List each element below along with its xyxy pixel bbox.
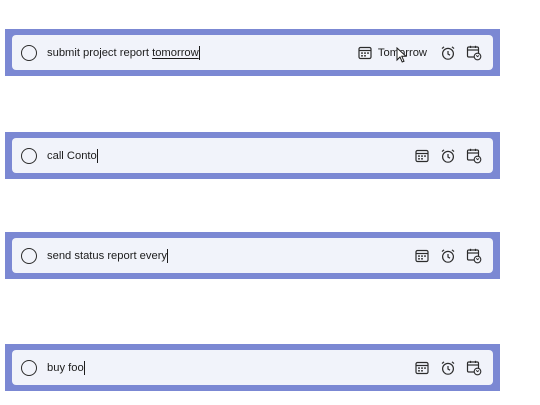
add-task-bar: call Conto (5, 132, 500, 179)
task-actions: Tomorrow (356, 44, 483, 62)
task-actions (405, 247, 483, 265)
add-task-bar: submit project report tomorrow Tomorrow (5, 29, 500, 76)
task-actions (405, 147, 483, 165)
reminder-icon[interactable] (439, 359, 457, 377)
complete-circle-icon[interactable] (21, 44, 37, 61)
task-input[interactable]: buy foo (47, 360, 405, 375)
text-caret (83, 360, 85, 375)
text-caret (167, 248, 169, 263)
add-task-bar: send status report every (5, 232, 500, 279)
task-text: send status report every (47, 249, 168, 262)
task-input[interactable]: call Conto (47, 148, 405, 163)
task-input-row[interactable]: send status report every (12, 238, 493, 273)
recognized-date-text: tomorrow (152, 46, 199, 59)
task-entry-stage: submit project report tomorrow Tomorrow (0, 0, 540, 405)
repeat-icon[interactable] (465, 147, 483, 165)
reminder-icon[interactable] (439, 44, 457, 62)
text-caret (198, 45, 200, 60)
text-caret (96, 148, 98, 163)
task-input-row[interactable]: buy foo (12, 350, 493, 385)
task-text: submit project report (47, 46, 153, 59)
calendar-icon[interactable] (356, 44, 374, 62)
repeat-icon[interactable] (465, 44, 483, 62)
complete-circle-icon[interactable] (21, 147, 37, 164)
complete-circle-icon[interactable] (21, 247, 37, 264)
task-text: call Conto (47, 149, 97, 162)
task-input[interactable]: send status report every (47, 248, 405, 263)
repeat-icon[interactable] (465, 359, 483, 377)
task-input-row[interactable]: call Conto (12, 138, 493, 173)
task-text: buy foo (47, 361, 84, 374)
task-actions (405, 359, 483, 377)
calendar-icon[interactable] (413, 247, 431, 265)
add-task-bar: buy foo (5, 344, 500, 391)
complete-circle-icon[interactable] (21, 359, 37, 376)
task-input[interactable]: submit project report tomorrow (47, 45, 356, 60)
calendar-icon[interactable] (413, 147, 431, 165)
calendar-icon[interactable] (413, 359, 431, 377)
reminder-icon[interactable] (439, 247, 457, 265)
task-input-row[interactable]: submit project report tomorrow Tomorrow (12, 35, 493, 70)
due-date-chip[interactable]: Tomorrow (356, 44, 427, 62)
due-date-label[interactable]: Tomorrow (378, 47, 427, 59)
repeat-icon[interactable] (465, 247, 483, 265)
reminder-icon[interactable] (439, 147, 457, 165)
